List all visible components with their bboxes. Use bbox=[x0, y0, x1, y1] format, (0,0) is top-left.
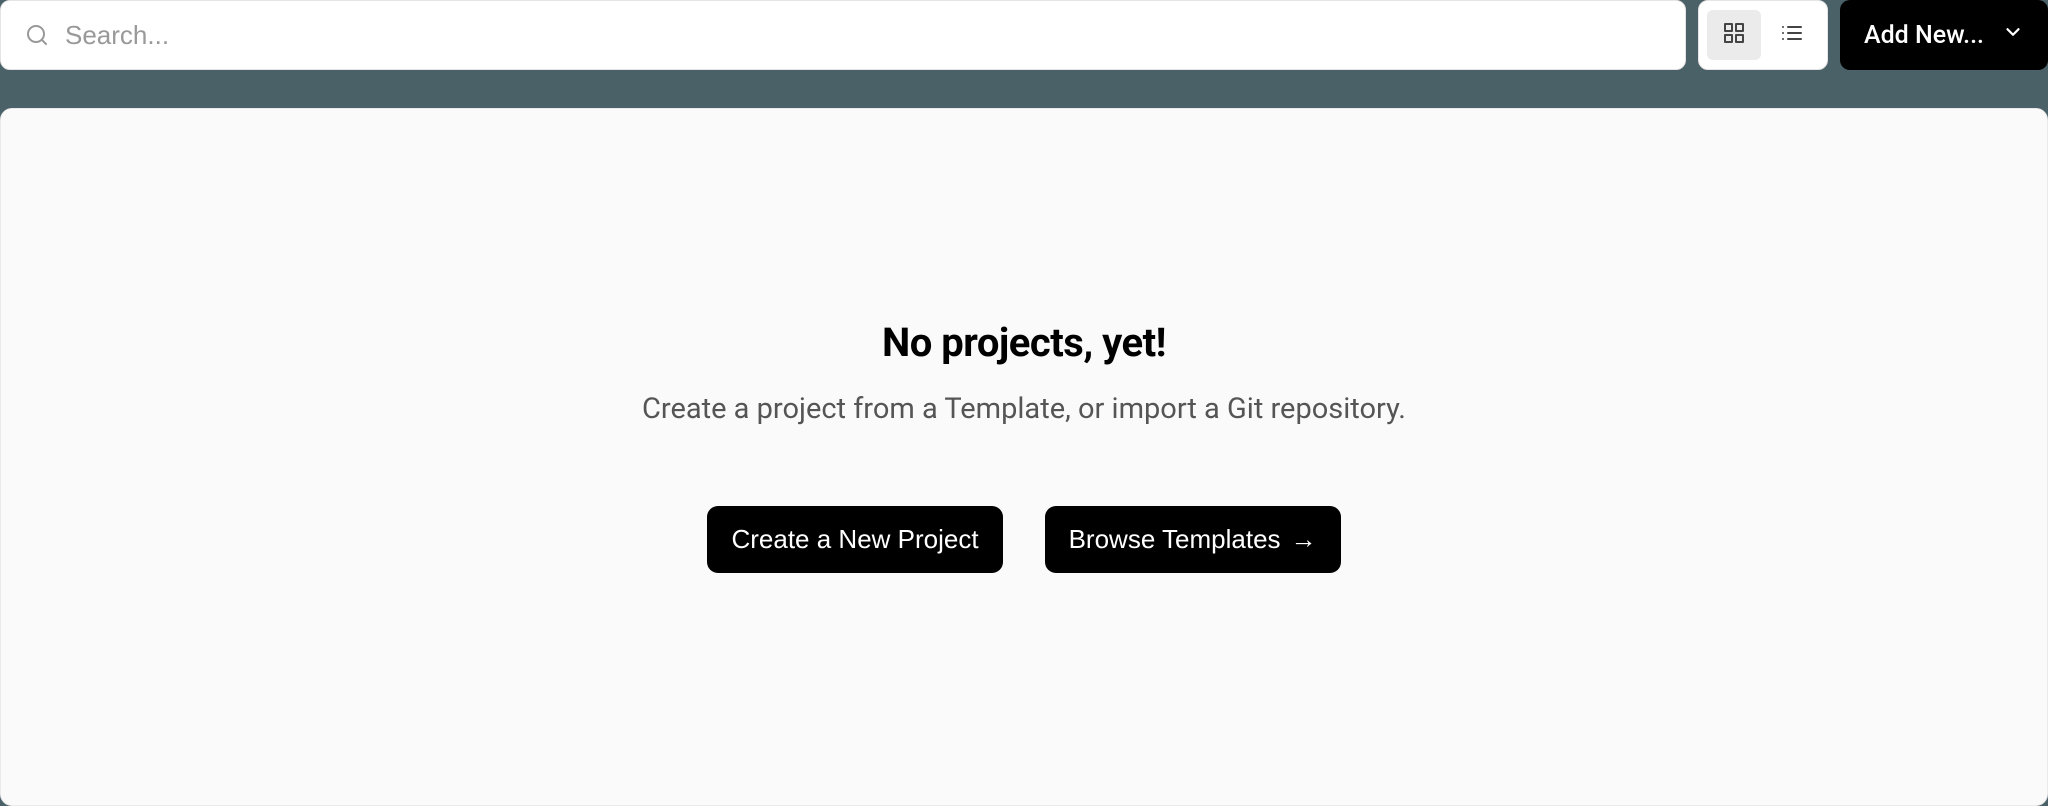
search-container[interactable] bbox=[0, 0, 1686, 70]
view-toggle bbox=[1698, 0, 1828, 70]
create-button-label: Create a New Project bbox=[731, 524, 978, 555]
search-icon bbox=[25, 23, 49, 47]
empty-state-title: No projects, yet! bbox=[882, 319, 1166, 366]
top-bar: Add New... bbox=[0, 0, 2048, 70]
add-new-button[interactable]: Add New... bbox=[1840, 0, 2048, 70]
search-input[interactable] bbox=[65, 20, 1661, 51]
browse-templates-button[interactable]: Browse Templates → bbox=[1045, 506, 1341, 573]
create-new-project-button[interactable]: Create a New Project bbox=[707, 506, 1002, 573]
browse-button-label: Browse Templates bbox=[1069, 524, 1281, 555]
add-new-label: Add New... bbox=[1864, 21, 1984, 50]
empty-state-subtitle: Create a project from a Template, or imp… bbox=[642, 392, 1406, 426]
grid-view-button[interactable] bbox=[1707, 10, 1761, 60]
grid-icon bbox=[1722, 21, 1746, 49]
chevron-down-icon bbox=[2002, 21, 2024, 50]
list-view-button[interactable] bbox=[1765, 10, 1819, 60]
main-panel: No projects, yet! Create a project from … bbox=[0, 108, 2048, 806]
action-buttons-row: Create a New Project Browse Templates → bbox=[707, 506, 1340, 573]
list-icon bbox=[1780, 21, 1804, 49]
arrow-right-icon: → bbox=[1291, 524, 1317, 555]
